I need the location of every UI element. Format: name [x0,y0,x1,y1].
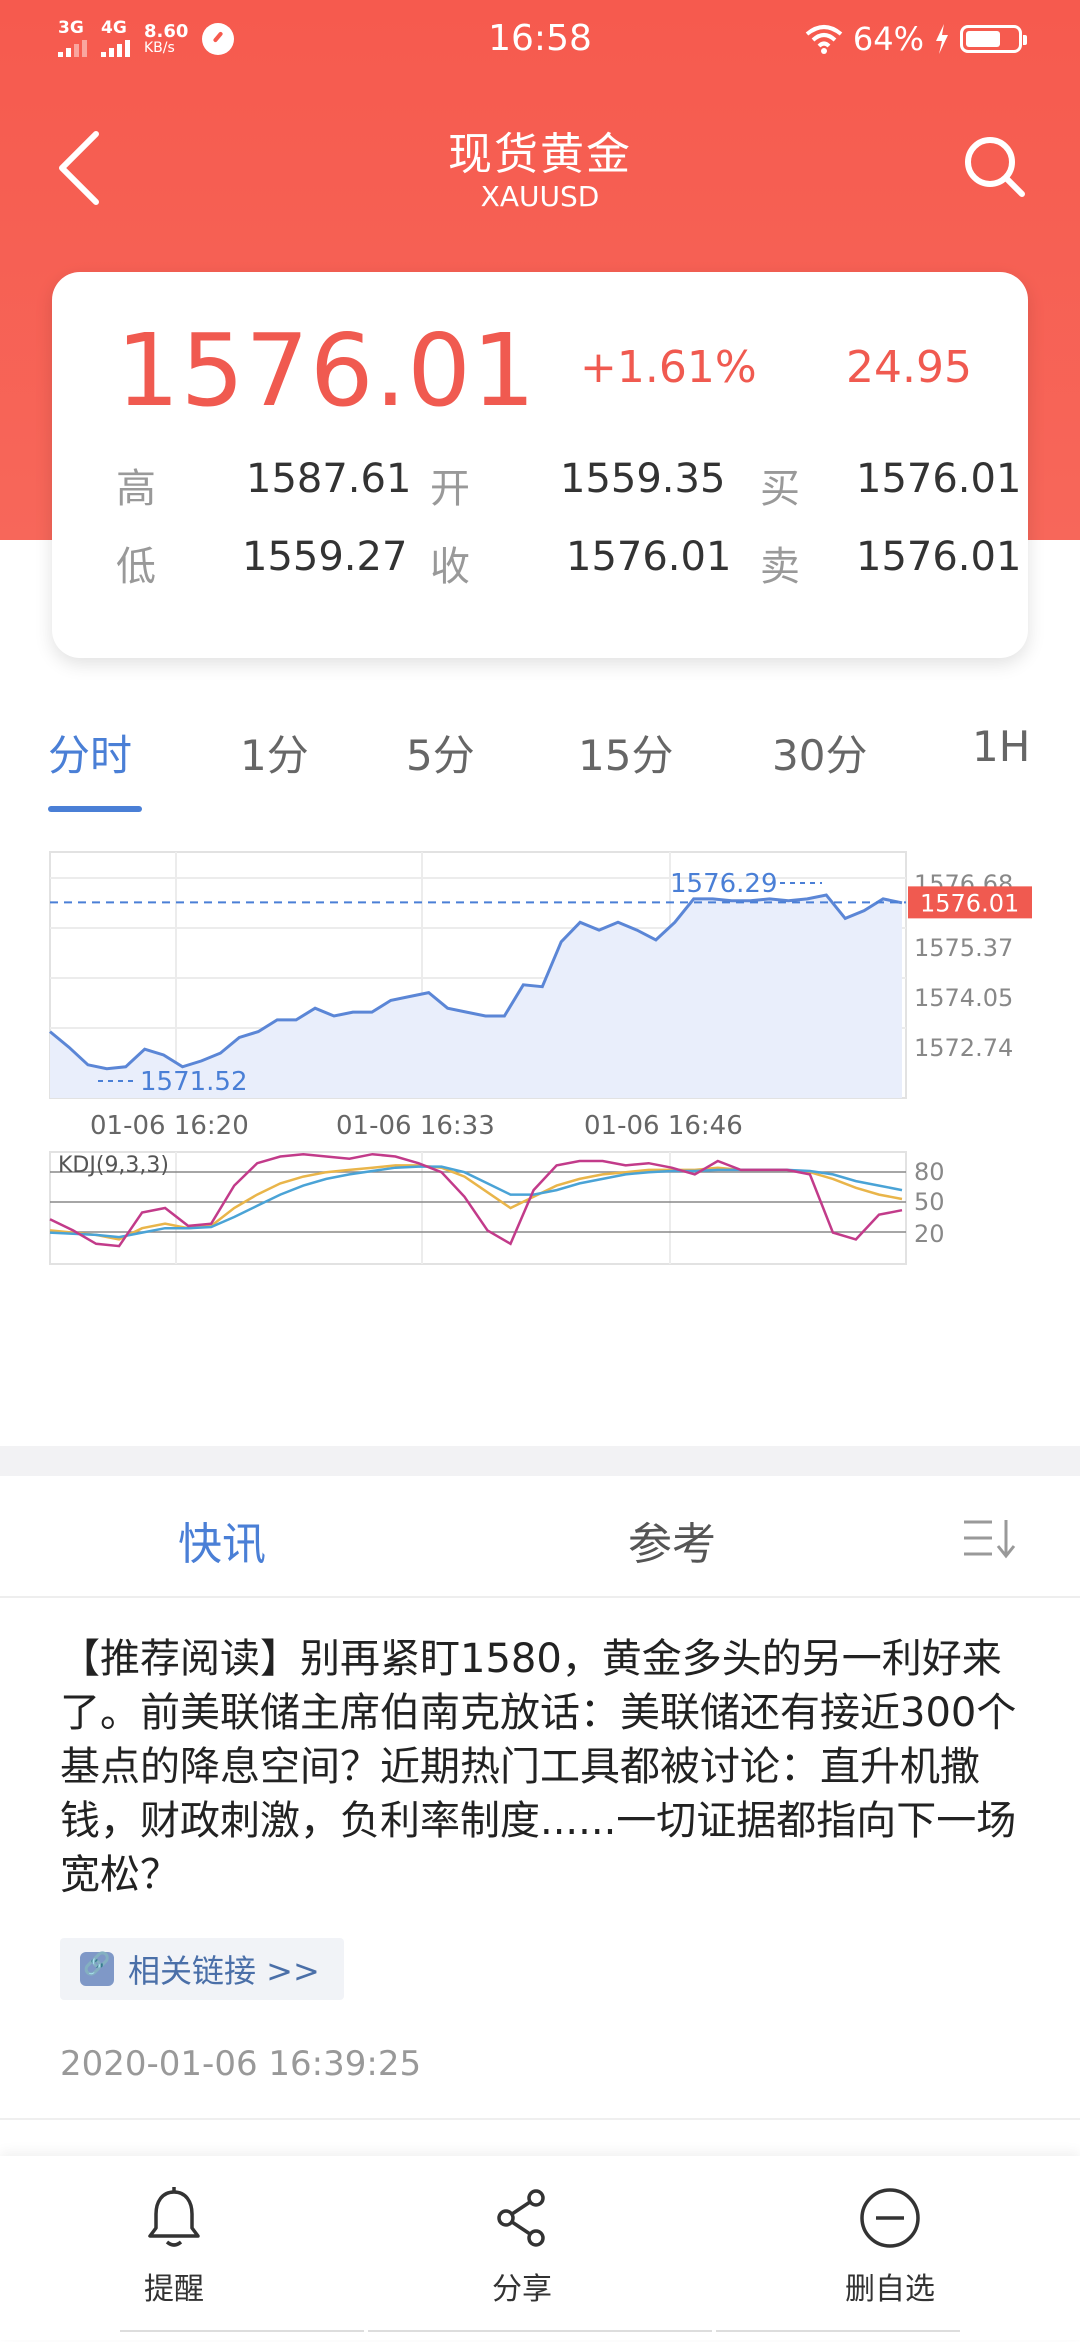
active-tab-indicator [48,806,142,812]
related-link-label: 相关链接 >> [128,1952,320,1990]
section-divider [0,1446,1080,1476]
tab-intraday[interactable]: 分时 [48,722,132,783]
tab-30min[interactable]: 30分 [772,722,867,783]
open-label: 开 [430,466,470,512]
status-right: 64% [805,20,1027,58]
low-value: 1559.27 [242,534,408,580]
open-value: 1559.35 [560,456,726,502]
x-tick-3: 01-06 16:46 [584,1111,743,1141]
kdj-label: KDJ(9,3,3) [58,1153,169,1178]
tab-15min[interactable]: 15分 [578,722,673,783]
remind-label: 提醒 [144,2272,204,2307]
change-percent: +1.61% [580,342,757,393]
page-subtitle: XAUUSD [480,180,600,213]
related-link-button[interactable]: 相关链接 >> [60,1938,344,2000]
bottom-fragment [368,2330,712,2342]
tab-1min[interactable]: 1分 [240,722,309,783]
current-price-tag-label: 1576.01 [920,889,1019,917]
link-icon [80,1952,114,1986]
page-title: 现货黄金 [448,129,632,180]
sort-menu-icon[interactable] [962,1516,1022,1560]
tab-5min[interactable]: 5分 [406,722,475,783]
search-icon[interactable] [962,134,1028,200]
remove-watchlist-label: 删自选 [845,2272,935,2307]
low-label: 低 [116,544,156,590]
news-separator [0,2118,1080,2120]
high-label: 高 [116,466,156,512]
y-tick-3: 1574.05 [914,984,1013,1012]
y-tick-2: 1575.37 [914,934,1013,962]
quote-card: 1576.01 +1.61% 24.95 高 1587.61 开 1559.35… [52,272,1028,658]
kdj-tick-20: 20 [914,1220,945,1248]
news-tabs: 快讯 参考 [0,1476,1080,1598]
tab-reference[interactable]: 参考 [628,1508,716,1572]
bottom-action-bar: 提醒 分享 删自选 [0,2156,1080,2340]
remove-circle-icon [860,2188,920,2248]
high-value: 1587.61 [246,456,412,502]
current-price: 1576.01 [116,312,537,429]
bottom-fragment [716,2330,960,2342]
low-marker-label: 1571.52 [140,1067,248,1097]
close-label: 收 [430,544,470,590]
wifi-icon [805,25,843,54]
bell-icon [148,2187,200,2247]
news-timestamp: 2020-01-06 16:39:25 [60,2044,422,2084]
y-tick-4: 1572.74 [914,1034,1013,1062]
sell-value: 1576.01 [856,534,1022,580]
share-button[interactable]: 分享 [422,2186,622,2308]
bottom-fragment [120,2330,364,2342]
tab-flash-news[interactable]: 快讯 [178,1508,266,1572]
remind-button[interactable]: 提醒 [74,2186,274,2308]
sell-label: 卖 [760,544,800,590]
remove-watchlist-button[interactable]: 删自选 [790,2186,990,2308]
x-tick-2: 01-06 16:33 [336,1111,495,1141]
price-chart[interactable]: 1576.29 1571.52 1576.68 1576.01 1575.37 … [0,840,1080,1440]
battery-icon [960,25,1027,53]
news-item-text[interactable]: 【推荐阅读】别再紧盯1580，黄金多头的另一利好来了。前美联储主席伯南克放话：美… [60,1632,1030,1902]
battery-percent: 64% [852,20,924,58]
kdj-tick-80: 80 [914,1158,945,1186]
status-bar: 3G 4G 8.60 KB/s 16:58 64% [0,0,1080,84]
period-tabs: 分时 1分 5分 15分 30分 1H [0,700,1080,820]
share-icon [497,2189,545,2247]
x-tick-1: 01-06 16:20 [90,1111,249,1141]
kdj-tick-50: 50 [914,1188,945,1216]
change-amount: 24.95 [846,342,972,393]
tab-1h[interactable]: 1H [972,722,1030,771]
high-marker-label: 1576.29 [670,869,778,899]
buy-label: 买 [760,466,800,512]
share-label: 分享 [492,2272,552,2307]
close-value: 1576.01 [566,534,732,580]
buy-value: 1576.01 [856,456,1022,502]
charging-bolt-icon [936,24,948,54]
